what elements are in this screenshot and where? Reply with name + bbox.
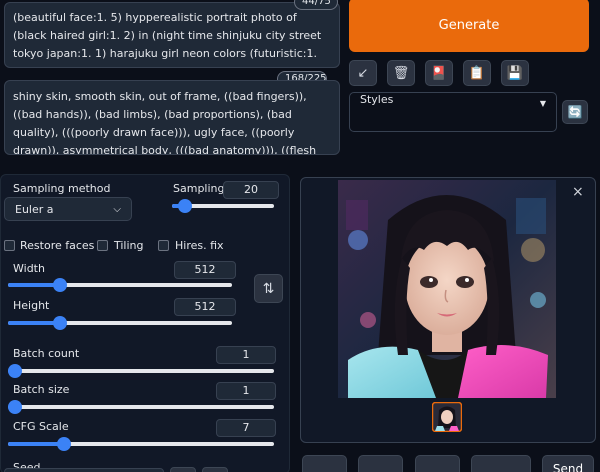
- sampling-steps-slider[interactable]: [172, 199, 274, 213]
- style-card-icon[interactable]: 🎴: [425, 60, 453, 86]
- cfg-scale-slider[interactable]: [8, 437, 274, 451]
- cfg-scale-label: CFG Scale: [13, 420, 69, 433]
- arrow-down-left-icon[interactable]: ↙: [349, 60, 377, 86]
- open-folder-button[interactable]: [302, 455, 347, 472]
- bokeh-light: [360, 312, 376, 328]
- prompt-input[interactable]: (beautiful face:1. 5) hypperealistic por…: [4, 2, 340, 68]
- negative-prompt-text: shiny skin, smooth skin, out of frame, (…: [13, 90, 317, 155]
- prompt-token-counter: 44/75: [294, 0, 338, 10]
- trash-icon[interactable]: 🗑: [387, 60, 415, 86]
- slider-thumb[interactable]: [52, 316, 67, 330]
- sampling-method-label: Sampling method: [13, 182, 111, 195]
- eye-right: [456, 276, 474, 288]
- eye-highlight: [465, 278, 469, 282]
- building-light: [516, 198, 546, 234]
- gallery-thumbnail[interactable]: [432, 402, 462, 432]
- width-slider[interactable]: [8, 278, 232, 292]
- batch-size-label: Batch size: [13, 383, 70, 396]
- sampling-steps-label: Sampling: [173, 182, 225, 195]
- cfg-scale-input[interactable]: 7: [216, 419, 276, 437]
- batch-count-label: Batch count: [13, 347, 80, 360]
- slider-thumb[interactable]: [56, 437, 71, 451]
- batch-size-input[interactable]: 1: [216, 382, 276, 400]
- sampling-steps-input[interactable]: 20: [223, 181, 279, 199]
- send-to-img2img-button[interactable]: [471, 455, 531, 472]
- chevron-down-icon: ⌵: [113, 203, 121, 215]
- send-button[interactable]: Send: [542, 455, 594, 472]
- generated-image[interactable]: [338, 180, 556, 398]
- slider-track: [8, 369, 274, 373]
- batch-count-input[interactable]: 1: [216, 346, 276, 364]
- coat-right: [456, 345, 548, 398]
- height-label: Height: [13, 299, 50, 312]
- width-label: Width: [13, 262, 45, 275]
- zip-button[interactable]: [415, 455, 460, 472]
- bokeh-light: [521, 238, 545, 262]
- batch-count-slider[interactable]: [8, 364, 274, 378]
- refresh-styles-button[interactable]: 🔄: [562, 100, 588, 124]
- save-icon[interactable]: 💾: [501, 60, 529, 86]
- slider-thumb[interactable]: [8, 364, 22, 378]
- tiling-checkbox[interactable]: [97, 240, 108, 251]
- seed-recycle-button[interactable]: [202, 467, 228, 472]
- height-slider[interactable]: [8, 316, 232, 330]
- negative-prompt-input[interactable]: shiny skin, smooth skin, out of frame, (…: [4, 80, 340, 155]
- bokeh-light: [530, 292, 546, 308]
- generate-button[interactable]: Generate: [349, 0, 589, 52]
- slider-fill: [8, 321, 60, 325]
- slider-fill: [8, 442, 64, 446]
- seed-input[interactable]: [4, 468, 164, 472]
- swap-dimensions-button[interactable]: ⇅: [254, 274, 283, 303]
- hires-fix-label: Hires. fix: [175, 239, 224, 252]
- restore-faces-label: Restore faces: [20, 239, 95, 252]
- batch-size-slider[interactable]: [8, 400, 274, 414]
- sampling-method-value: Euler a: [15, 202, 54, 216]
- tiling-label: Tiling: [114, 239, 144, 252]
- prompt-text: (beautiful face:1. 5) hypperealistic por…: [13, 11, 322, 67]
- thumbnail-face: [441, 410, 453, 424]
- save-button[interactable]: [358, 455, 403, 472]
- send-label: Send: [552, 462, 584, 472]
- close-icon[interactable]: ×: [572, 184, 584, 200]
- height-input[interactable]: 512: [174, 298, 236, 316]
- slider-track: [8, 405, 274, 409]
- hires-fix-checkbox[interactable]: [158, 240, 169, 251]
- swap-icon: ⇅: [262, 280, 275, 297]
- seed-dice-button[interactable]: [170, 467, 196, 472]
- slider-thumb[interactable]: [52, 278, 67, 292]
- building-light: [346, 200, 368, 230]
- eye-left: [420, 276, 438, 288]
- slider-thumb[interactable]: [8, 400, 22, 414]
- width-input[interactable]: 512: [174, 261, 236, 279]
- eye-highlight: [429, 278, 433, 282]
- prompt-toolbar: ↙ 🗑 🎴 📋 💾: [349, 60, 529, 86]
- slider-fill: [8, 283, 60, 287]
- restore-faces-checkbox[interactable]: [4, 240, 15, 251]
- refresh-icon: 🔄: [567, 105, 583, 119]
- chevron-down-icon: ▼: [539, 98, 546, 108]
- bokeh-light: [348, 230, 368, 250]
- face: [405, 235, 489, 335]
- clipboard-icon[interactable]: 📋: [463, 60, 491, 86]
- styles-dropdown[interactable]: ▼: [349, 92, 557, 132]
- sampling-method-dropdown[interactable]: Euler a ⌵: [4, 197, 132, 221]
